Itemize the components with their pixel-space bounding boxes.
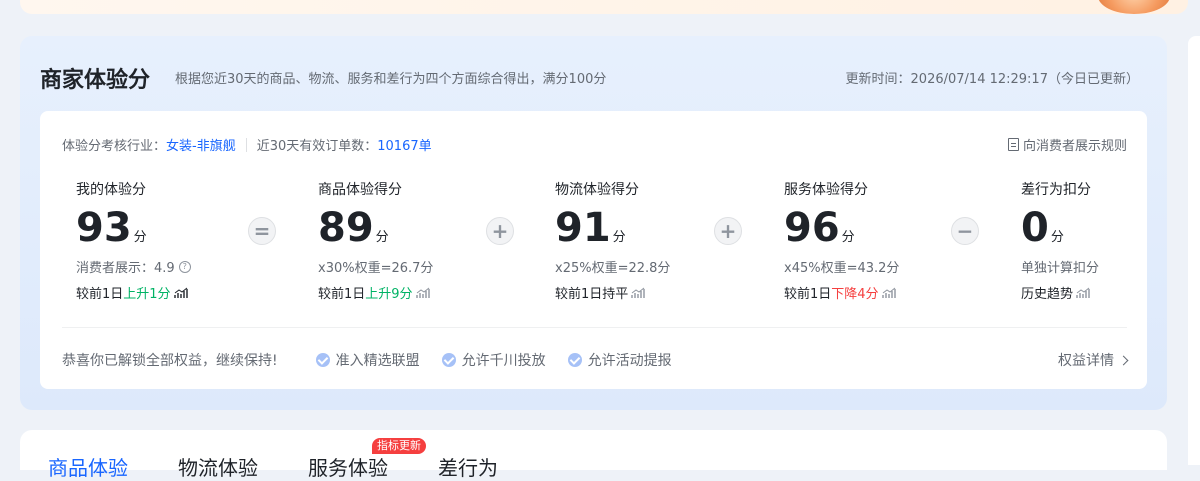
- logistics-score-value: 91: [555, 205, 611, 251]
- history-trend-label: 历史趋势: [1021, 287, 1074, 302]
- bad-behavior-column: 差行为扣分 0分 单独计算扣分 历史趋势: [1021, 179, 1099, 302]
- orders-label: 近30天有效订单数：: [256, 139, 378, 154]
- compare-value: 上升1分: [123, 287, 171, 302]
- update-note: （今日已更新）: [1047, 72, 1139, 87]
- benefit-item: 允许千川投放: [441, 350, 546, 370]
- trend-chart-icon: [1076, 287, 1090, 298]
- bad-behavior-value: 0: [1021, 205, 1049, 251]
- industry-link[interactable]: 女装-非旗舰: [166, 135, 236, 154]
- benefit-label: 准入精选联盟: [335, 353, 420, 369]
- plus-operator-icon: +: [714, 217, 742, 245]
- product-score-label: 商品体验得分: [318, 182, 402, 198]
- service-score-label: 服务体验得分: [784, 182, 868, 198]
- logistics-weight: x25%权重=22.8分: [555, 261, 671, 276]
- tab-product-experience[interactable]: 商品体验: [48, 452, 128, 481]
- trend-chart-icon[interactable]: [173, 287, 188, 299]
- benefit-item: 准入精选联盟: [315, 350, 420, 370]
- product-weight: x30%权重=26.7分: [318, 261, 434, 276]
- update-label: 更新时间：: [845, 72, 911, 87]
- compare-prefix: 较前1日: [555, 287, 603, 302]
- display-rule-label: 向消费者展示规则: [1022, 139, 1127, 154]
- compare-prefix: 较前1日: [318, 287, 366, 302]
- check-circle-icon: [441, 353, 456, 367]
- compare-value: 上升9分: [365, 287, 413, 302]
- service-weight: x45%权重=43.2分: [784, 261, 900, 276]
- service-compare: 较前1日 下降4分: [784, 283, 899, 302]
- my-score-compare: 较前1日 上升1分: [76, 283, 191, 302]
- trend-chart-icon[interactable]: [881, 287, 896, 299]
- industry-label: 体验分考核行业：: [62, 139, 167, 154]
- consumer-display: 消费者展示：4.9 ?: [76, 257, 191, 276]
- orders-link[interactable]: 10167单: [377, 135, 431, 154]
- compare-prefix: 较前1日: [784, 287, 832, 302]
- service-score-unit: 分: [841, 230, 855, 245]
- benefits-detail-label: 权益详情: [1058, 353, 1114, 369]
- my-score-label: 我的体验分: [76, 182, 146, 198]
- compare-value: 下降4分: [831, 287, 879, 302]
- question-icon[interactable]: ?: [178, 260, 191, 273]
- benefit-label: 允许千川投放: [461, 353, 546, 369]
- trend-chart-icon[interactable]: [415, 287, 430, 299]
- product-score-unit: 分: [375, 230, 389, 245]
- bad-behavior-score: 0分: [1021, 205, 1099, 251]
- tab-logistics-experience[interactable]: 物流体验: [178, 452, 258, 481]
- update-time-value: 2026/07/14 12:29:17: [910, 72, 1048, 87]
- logistics-compare: 较前1日 持平: [555, 283, 670, 302]
- update-time: 更新时间：2026/07/14 12:29:17（今日已更新）: [846, 68, 1139, 87]
- document-icon: [1007, 138, 1019, 151]
- logistics-score-unit: 分: [612, 230, 626, 245]
- benefits-intro: 恭喜你已解锁全部权益，继续保持!: [62, 353, 278, 369]
- bad-behavior-label: 差行为扣分: [1021, 182, 1091, 198]
- product-score: 89 分: [318, 205, 433, 251]
- compare-prefix: 较前1日: [76, 287, 124, 302]
- side-panel-edge: [1188, 36, 1200, 465]
- logistics-score: 91 分: [555, 205, 670, 251]
- product-compare: 较前1日 上升9分: [318, 283, 433, 302]
- score-panel: 体验分考核行业： 女装-非旗舰 近30天有效订单数： 10167单 向消费者展示…: [40, 111, 1147, 389]
- display-rule-link[interactable]: 向消费者展示规则: [1007, 135, 1127, 154]
- equals-operator-icon: =: [248, 217, 276, 245]
- trend-chart-icon[interactable]: [631, 287, 645, 299]
- product-score-column: 商品体验得分 89 分 x30%权重=26.7分 较前1日 上升9分: [318, 179, 433, 302]
- my-score-unit: 分: [133, 230, 147, 245]
- product-score-value: 89: [318, 205, 374, 251]
- logistics-score-label: 物流体验得分: [555, 182, 639, 198]
- my-score-value: 93: [76, 205, 132, 251]
- meta-divider: [245, 137, 247, 152]
- benefits-row: 恭喜你已解锁全部权益，继续保持! 准入精选联盟 允许千川投放 允许活动提报: [62, 350, 672, 370]
- tab-service-experience[interactable]: 服务体验: [308, 452, 388, 481]
- minus-operator-icon: −: [951, 217, 979, 245]
- chevron-right-icon: [1118, 355, 1129, 365]
- meta-row: 体验分考核行业： 女装-非旗舰 近30天有效订单数： 10167单: [62, 135, 432, 154]
- benefit-label: 允许活动提报: [587, 353, 672, 369]
- logistics-score-column: 物流体验得分 91 分 x25%权重=22.8分 较前1日 持平: [555, 179, 670, 302]
- service-score-value: 96: [784, 205, 840, 251]
- tab-bad-behavior[interactable]: 差行为: [438, 452, 498, 481]
- benefits-detail-link[interactable]: 权益详情: [1058, 350, 1129, 370]
- my-score: 93 分: [76, 205, 191, 251]
- divider: [62, 327, 1127, 328]
- service-score: 96 分: [784, 205, 899, 251]
- benefit-item: 允许活动提报: [567, 350, 672, 370]
- bad-behavior-unit: 分: [1050, 230, 1064, 245]
- history-trend[interactable]: 历史趋势: [1021, 283, 1099, 302]
- compare-value: 持平: [602, 287, 629, 302]
- bad-behavior-note: 单独计算扣分: [1021, 261, 1100, 276]
- consumer-display-text: 消费者展示：4.9: [76, 261, 175, 276]
- card-title: 商家体验分: [40, 68, 151, 93]
- tabs-panel: 指标更新 商品体验 物流体验 服务体验 差行为: [20, 430, 1167, 480]
- top-banner: [20, 0, 1188, 14]
- service-score-column: 服务体验得分 96 分 x45%权重=43.2分 较前1日 下降4分: [784, 179, 899, 302]
- plus-operator-icon: +: [486, 217, 514, 245]
- card-subtitle: 根据您近30天的商品、物流、服务和差行为四个方面综合得出，满分100分: [175, 72, 607, 87]
- my-score-column: 我的体验分 93 分 消费者展示：4.9 ? 较前1日 上升1分: [76, 179, 191, 302]
- check-circle-icon: [315, 353, 330, 367]
- merchant-experience-card: 商家体验分 根据您近30天的商品、物流、服务和差行为四个方面综合得出，满分100…: [20, 36, 1167, 410]
- check-circle-icon: [567, 353, 582, 367]
